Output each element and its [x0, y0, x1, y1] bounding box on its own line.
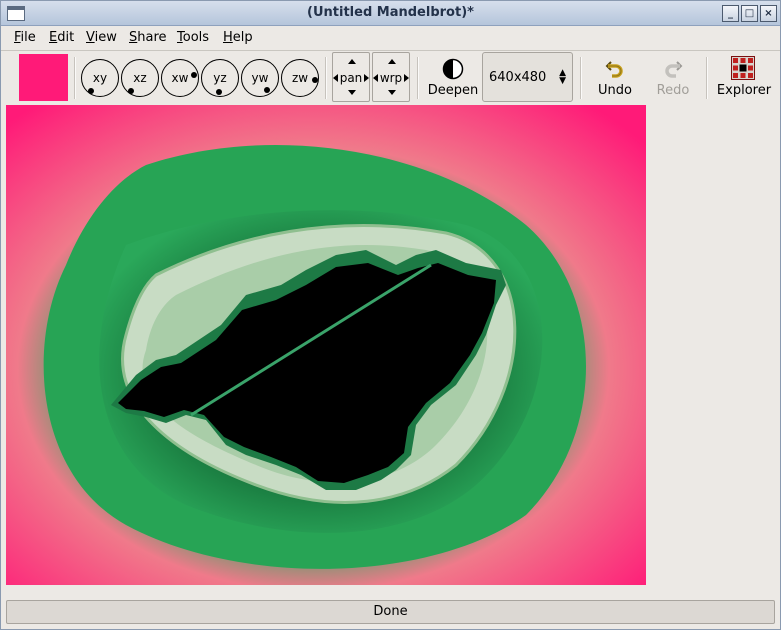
menu-file[interactable]: File [14, 30, 36, 45]
arrow-right-icon [364, 74, 369, 82]
menu-help-label: elp [232, 30, 253, 45]
status-bar: Done [6, 600, 775, 624]
arrow-right-icon [404, 74, 409, 82]
menu-help-mnemonic: H [223, 30, 233, 45]
toolbar-separator [706, 57, 708, 99]
axis-zw-label: zw [291, 71, 309, 85]
axis-xy-button[interactable]: xy [81, 59, 119, 97]
image-size-value: 640x480 [489, 70, 547, 85]
toolbar-separator [417, 57, 419, 99]
menu-help[interactable]: Help [223, 30, 253, 45]
maximize-button[interactable]: □ [741, 5, 758, 22]
redo-icon [665, 61, 683, 78]
fractal-image [6, 105, 646, 585]
toolbar: xy xz xw yz yw zw pan wrp Deepen 640x480… [1, 51, 780, 105]
status-text: Done [373, 604, 408, 619]
menu-edit-mnemonic: E [49, 30, 58, 45]
image-size-select[interactable]: 640x480 ▲ ▼ [482, 52, 573, 102]
axis-xz-label: xz [133, 71, 147, 85]
arrow-up-icon [388, 59, 396, 64]
menu-share-label: hare [137, 30, 167, 45]
axis-xw-button[interactable]: xw [161, 59, 199, 97]
warp-button[interactable]: wrp [372, 52, 410, 102]
menu-edit-label: dit [57, 30, 75, 45]
deepen-button[interactable]: Deepen [425, 53, 481, 103]
main-window: (Untitled Mandelbrot)* _ □ × File Edit V… [0, 0, 781, 630]
axis-dot-icon [264, 87, 270, 93]
undo-icon [605, 61, 623, 78]
axis-dot-icon [216, 89, 222, 95]
title-bar[interactable]: (Untitled Mandelbrot)* _ □ × [1, 1, 780, 26]
menu-view-label: iew [94, 30, 117, 45]
axis-yz-button[interactable]: yz [201, 59, 239, 97]
menu-tools-label: ools [182, 30, 210, 45]
pan-button[interactable]: pan [332, 52, 370, 102]
menu-share[interactable]: Share [129, 30, 167, 45]
redo-button[interactable]: Redo [649, 53, 697, 103]
menu-file-label: ile [20, 30, 36, 45]
axis-dot-icon [312, 77, 318, 83]
spin-arrows-icon: ▲ ▼ [559, 68, 566, 86]
menu-bar: File Edit View Share Tools Help [1, 26, 780, 51]
axis-xz-button[interactable]: xz [121, 59, 159, 97]
axis-dot-icon [191, 72, 197, 78]
window-title: (Untitled Mandelbrot)* [307, 5, 474, 20]
menu-edit[interactable]: Edit [49, 30, 74, 45]
color-swatch-button[interactable] [19, 54, 68, 101]
explorer-button[interactable]: Explorer [713, 53, 775, 103]
axis-zw-button[interactable]: zw [281, 59, 319, 97]
arrow-down-icon [388, 90, 396, 95]
axis-xw-label: xw [171, 71, 189, 85]
axis-dot-icon [128, 88, 134, 94]
fractal-canvas[interactable] [6, 105, 646, 585]
axis-yz-label: yz [213, 71, 227, 85]
toolbar-separator [325, 57, 327, 99]
deepen-label: Deepen [427, 83, 479, 98]
axis-yw-button[interactable]: yw [241, 59, 279, 97]
minimize-button[interactable]: _ [722, 5, 739, 22]
explorer-label: Explorer [716, 83, 772, 98]
explorer-grid-icon [731, 56, 755, 80]
menu-view[interactable]: View [86, 30, 117, 45]
menu-tools[interactable]: Tools [177, 30, 209, 45]
redo-label: Redo [656, 83, 690, 98]
half-circle-icon [442, 58, 464, 80]
undo-button[interactable]: Undo [591, 53, 639, 103]
axis-xy-label: xy [92, 71, 108, 85]
axis-yw-label: yw [251, 71, 269, 85]
arrow-down-icon [348, 90, 356, 95]
menu-view-mnemonic: V [86, 30, 95, 45]
undo-label: Undo [598, 83, 632, 98]
arrow-up-icon [348, 59, 356, 64]
close-button[interactable]: × [760, 5, 777, 22]
axis-dot-icon [88, 88, 94, 94]
toolbar-separator [580, 57, 582, 99]
toolbar-separator [74, 57, 76, 99]
